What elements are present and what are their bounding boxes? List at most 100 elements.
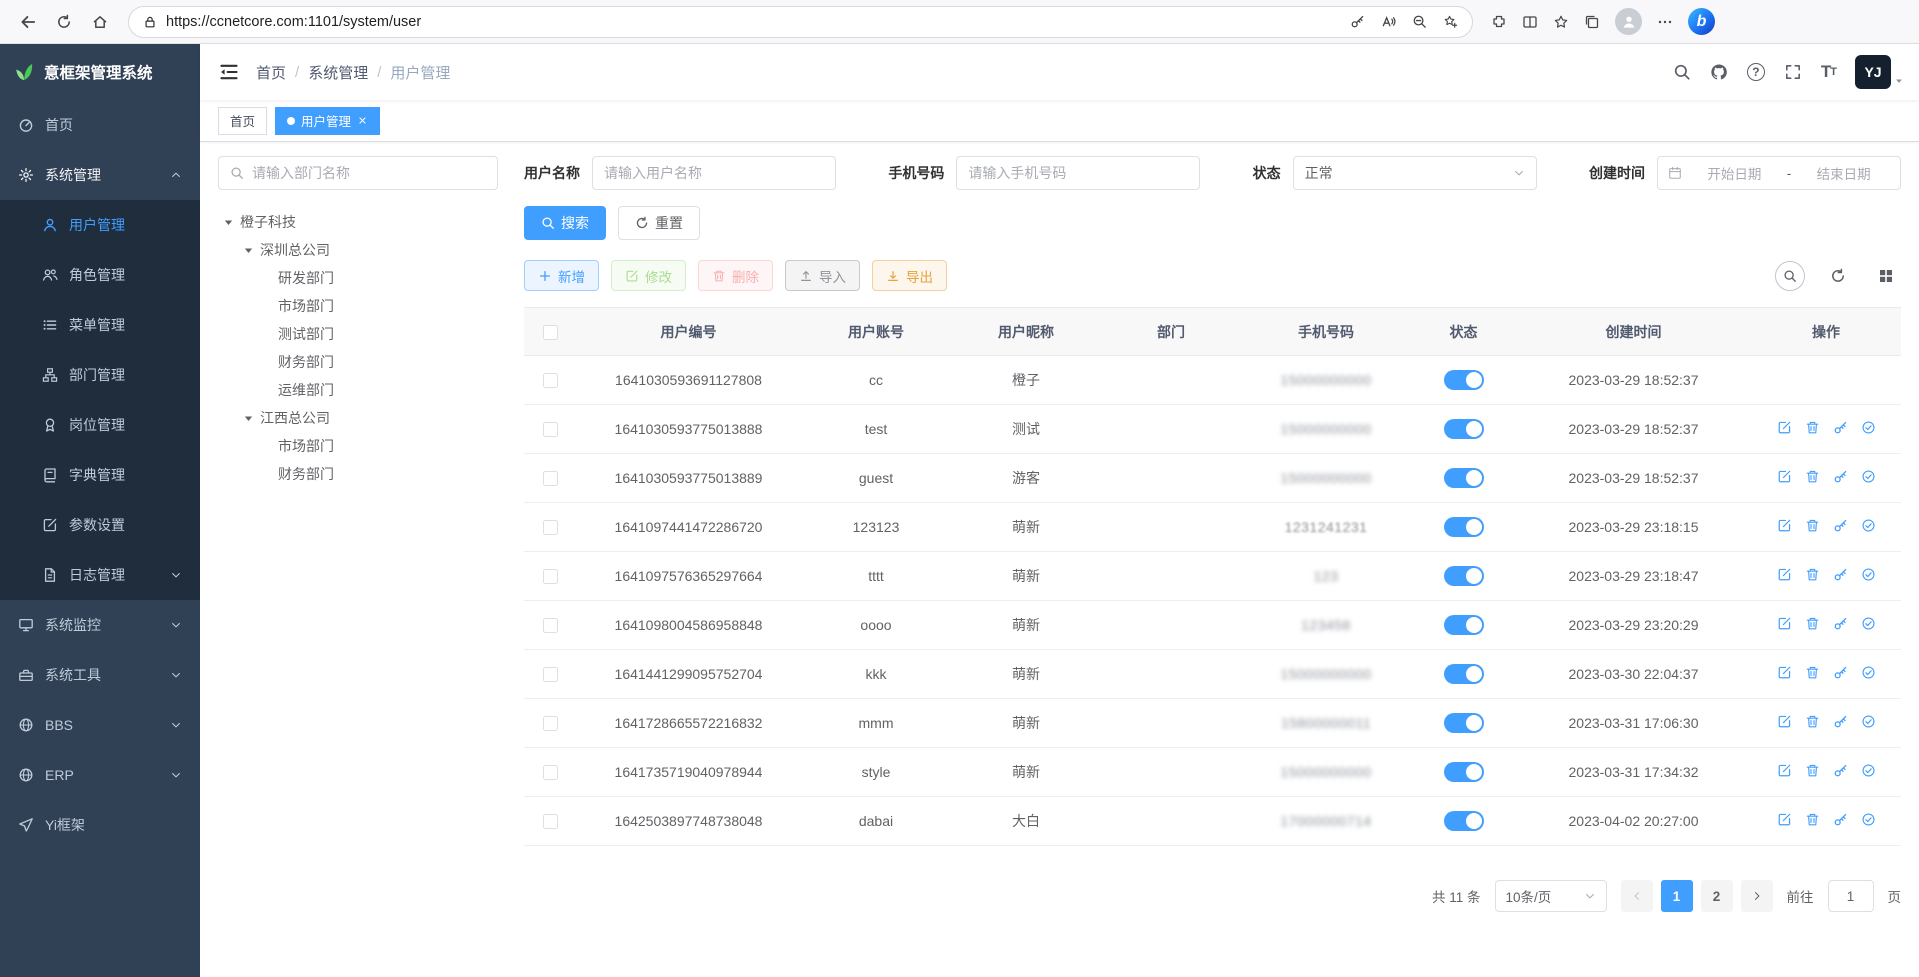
next-page-button[interactable] [1741, 880, 1773, 912]
delete-button[interactable]: 删除 [698, 260, 773, 291]
goto-page-input[interactable] [1828, 880, 1874, 912]
status-toggle[interactable] [1444, 468, 1484, 488]
edit-icon[interactable] [1777, 469, 1792, 484]
sidebar-item-user-mgmt[interactable]: 用户管理 [0, 200, 200, 250]
username-input[interactable] [592, 156, 836, 190]
status-toggle[interactable] [1444, 664, 1484, 684]
import-button[interactable]: 导入 [785, 260, 860, 291]
row-checkbox[interactable] [543, 765, 558, 780]
status-toggle[interactable] [1444, 713, 1484, 733]
reset-password-icon[interactable] [1833, 420, 1848, 435]
status-select[interactable]: 正常 [1293, 156, 1537, 190]
reset-password-icon[interactable] [1833, 812, 1848, 827]
bing-icon[interactable]: b [1688, 8, 1715, 35]
dept-search-input[interactable] [252, 165, 486, 181]
reset-password-icon[interactable] [1833, 714, 1848, 729]
browser-profile-icon[interactable] [1615, 8, 1642, 35]
status-toggle[interactable] [1444, 566, 1484, 586]
split-screen-icon[interactable] [1522, 14, 1538, 30]
row-checkbox[interactable] [543, 716, 558, 731]
tree-node[interactable]: 运维部门 [218, 376, 498, 404]
settings-dots-icon[interactable] [1657, 14, 1673, 30]
tree-node[interactable]: 研发部门 [218, 264, 498, 292]
status-toggle[interactable] [1444, 419, 1484, 439]
user-avatar[interactable]: YJ [1855, 55, 1891, 89]
favorites-icon[interactable] [1553, 14, 1569, 30]
reset-password-icon[interactable] [1833, 567, 1848, 582]
status-toggle[interactable] [1444, 517, 1484, 537]
sidebar-item-system-monitor[interactable]: 系统监控 [0, 600, 200, 650]
sidebar-item-yi-framework[interactable]: Yi框架 [0, 800, 200, 850]
caret-down-icon[interactable] [242, 244, 255, 257]
select-all-checkbox[interactable] [543, 325, 558, 340]
breadcrumb-system[interactable]: 系统管理 [308, 62, 368, 83]
delete-icon[interactable] [1805, 665, 1820, 680]
row-checkbox[interactable] [543, 373, 558, 388]
assign-role-icon[interactable] [1861, 665, 1876, 680]
sidebar-item-system-tools[interactable]: 系统工具 [0, 650, 200, 700]
edit-icon[interactable] [1777, 714, 1792, 729]
sidebar-item-param-settings[interactable]: 参数设置 [0, 500, 200, 550]
tab-home[interactable]: 首页 [218, 107, 267, 135]
sidebar-item-log-mgmt[interactable]: 日志管理 [0, 550, 200, 600]
help-icon[interactable]: ? [1747, 63, 1765, 81]
row-checkbox[interactable] [543, 520, 558, 535]
delete-icon[interactable] [1805, 812, 1820, 827]
tree-node[interactable]: 测试部门 [218, 320, 498, 348]
refresh-table-icon[interactable] [1823, 261, 1853, 291]
sidebar-item-dept-mgmt[interactable]: 部门管理 [0, 350, 200, 400]
reset-password-icon[interactable] [1833, 665, 1848, 680]
status-toggle[interactable] [1444, 811, 1484, 831]
assign-role-icon[interactable] [1861, 812, 1876, 827]
assign-role-icon[interactable] [1861, 567, 1876, 582]
extensions-icon[interactable] [1491, 14, 1507, 30]
tree-node[interactable]: 江西总公司 [218, 404, 498, 432]
assign-role-icon[interactable] [1861, 763, 1876, 778]
row-checkbox[interactable] [543, 569, 558, 584]
sidebar-item-system-mgmt[interactable]: 系统管理 [0, 150, 200, 200]
delete-icon[interactable] [1805, 714, 1820, 729]
page-size-select[interactable]: 10条/页 [1495, 880, 1607, 912]
edit-icon[interactable] [1777, 616, 1792, 631]
home-icon[interactable] [84, 6, 116, 38]
modify-button[interactable]: 修改 [611, 260, 686, 291]
browser-refresh-icon[interactable] [48, 6, 80, 38]
sidebar-item-erp[interactable]: ERP [0, 750, 200, 800]
tab-user-mgmt[interactable]: 用户管理 [275, 107, 380, 135]
reset-password-icon[interactable] [1833, 616, 1848, 631]
sidebar-item-role-mgmt[interactable]: 角色管理 [0, 250, 200, 300]
sidebar-item-menu-mgmt[interactable]: 菜单管理 [0, 300, 200, 350]
sidebar-item-post-mgmt[interactable]: 岗位管理 [0, 400, 200, 450]
edit-icon[interactable] [1777, 420, 1792, 435]
status-toggle[interactable] [1444, 370, 1484, 390]
reset-password-icon[interactable] [1833, 518, 1848, 533]
header-search-icon[interactable] [1673, 63, 1691, 81]
toggle-search-icon[interactable] [1775, 261, 1805, 291]
assign-role-icon[interactable] [1861, 469, 1876, 484]
edit-icon[interactable] [1777, 518, 1792, 533]
delete-icon[interactable] [1805, 616, 1820, 631]
column-settings-icon[interactable] [1871, 261, 1901, 291]
row-checkbox[interactable] [543, 814, 558, 829]
caret-down-icon[interactable] [222, 216, 235, 229]
edit-icon[interactable] [1777, 763, 1792, 778]
row-checkbox[interactable] [543, 422, 558, 437]
tree-node[interactable]: 市场部门 [218, 292, 498, 320]
delete-icon[interactable] [1805, 763, 1820, 778]
edit-icon[interactable] [1777, 567, 1792, 582]
assign-role-icon[interactable] [1861, 518, 1876, 533]
read-aloud-icon[interactable] [1381, 14, 1396, 29]
tree-node[interactable]: 市场部门 [218, 432, 498, 460]
phone-input[interactable] [956, 156, 1200, 190]
assign-role-icon[interactable] [1861, 420, 1876, 435]
caret-down-icon[interactable] [242, 412, 255, 425]
assign-role-icon[interactable] [1861, 714, 1876, 729]
menu-fold-icon[interactable] [218, 61, 240, 83]
delete-icon[interactable] [1805, 469, 1820, 484]
fullscreen-icon[interactable] [1784, 63, 1802, 81]
tree-node[interactable]: 财务部门 [218, 348, 498, 376]
add-button[interactable]: 新增 [524, 260, 599, 291]
prev-page-button[interactable] [1621, 880, 1653, 912]
row-checkbox[interactable] [543, 618, 558, 633]
delete-icon[interactable] [1805, 420, 1820, 435]
